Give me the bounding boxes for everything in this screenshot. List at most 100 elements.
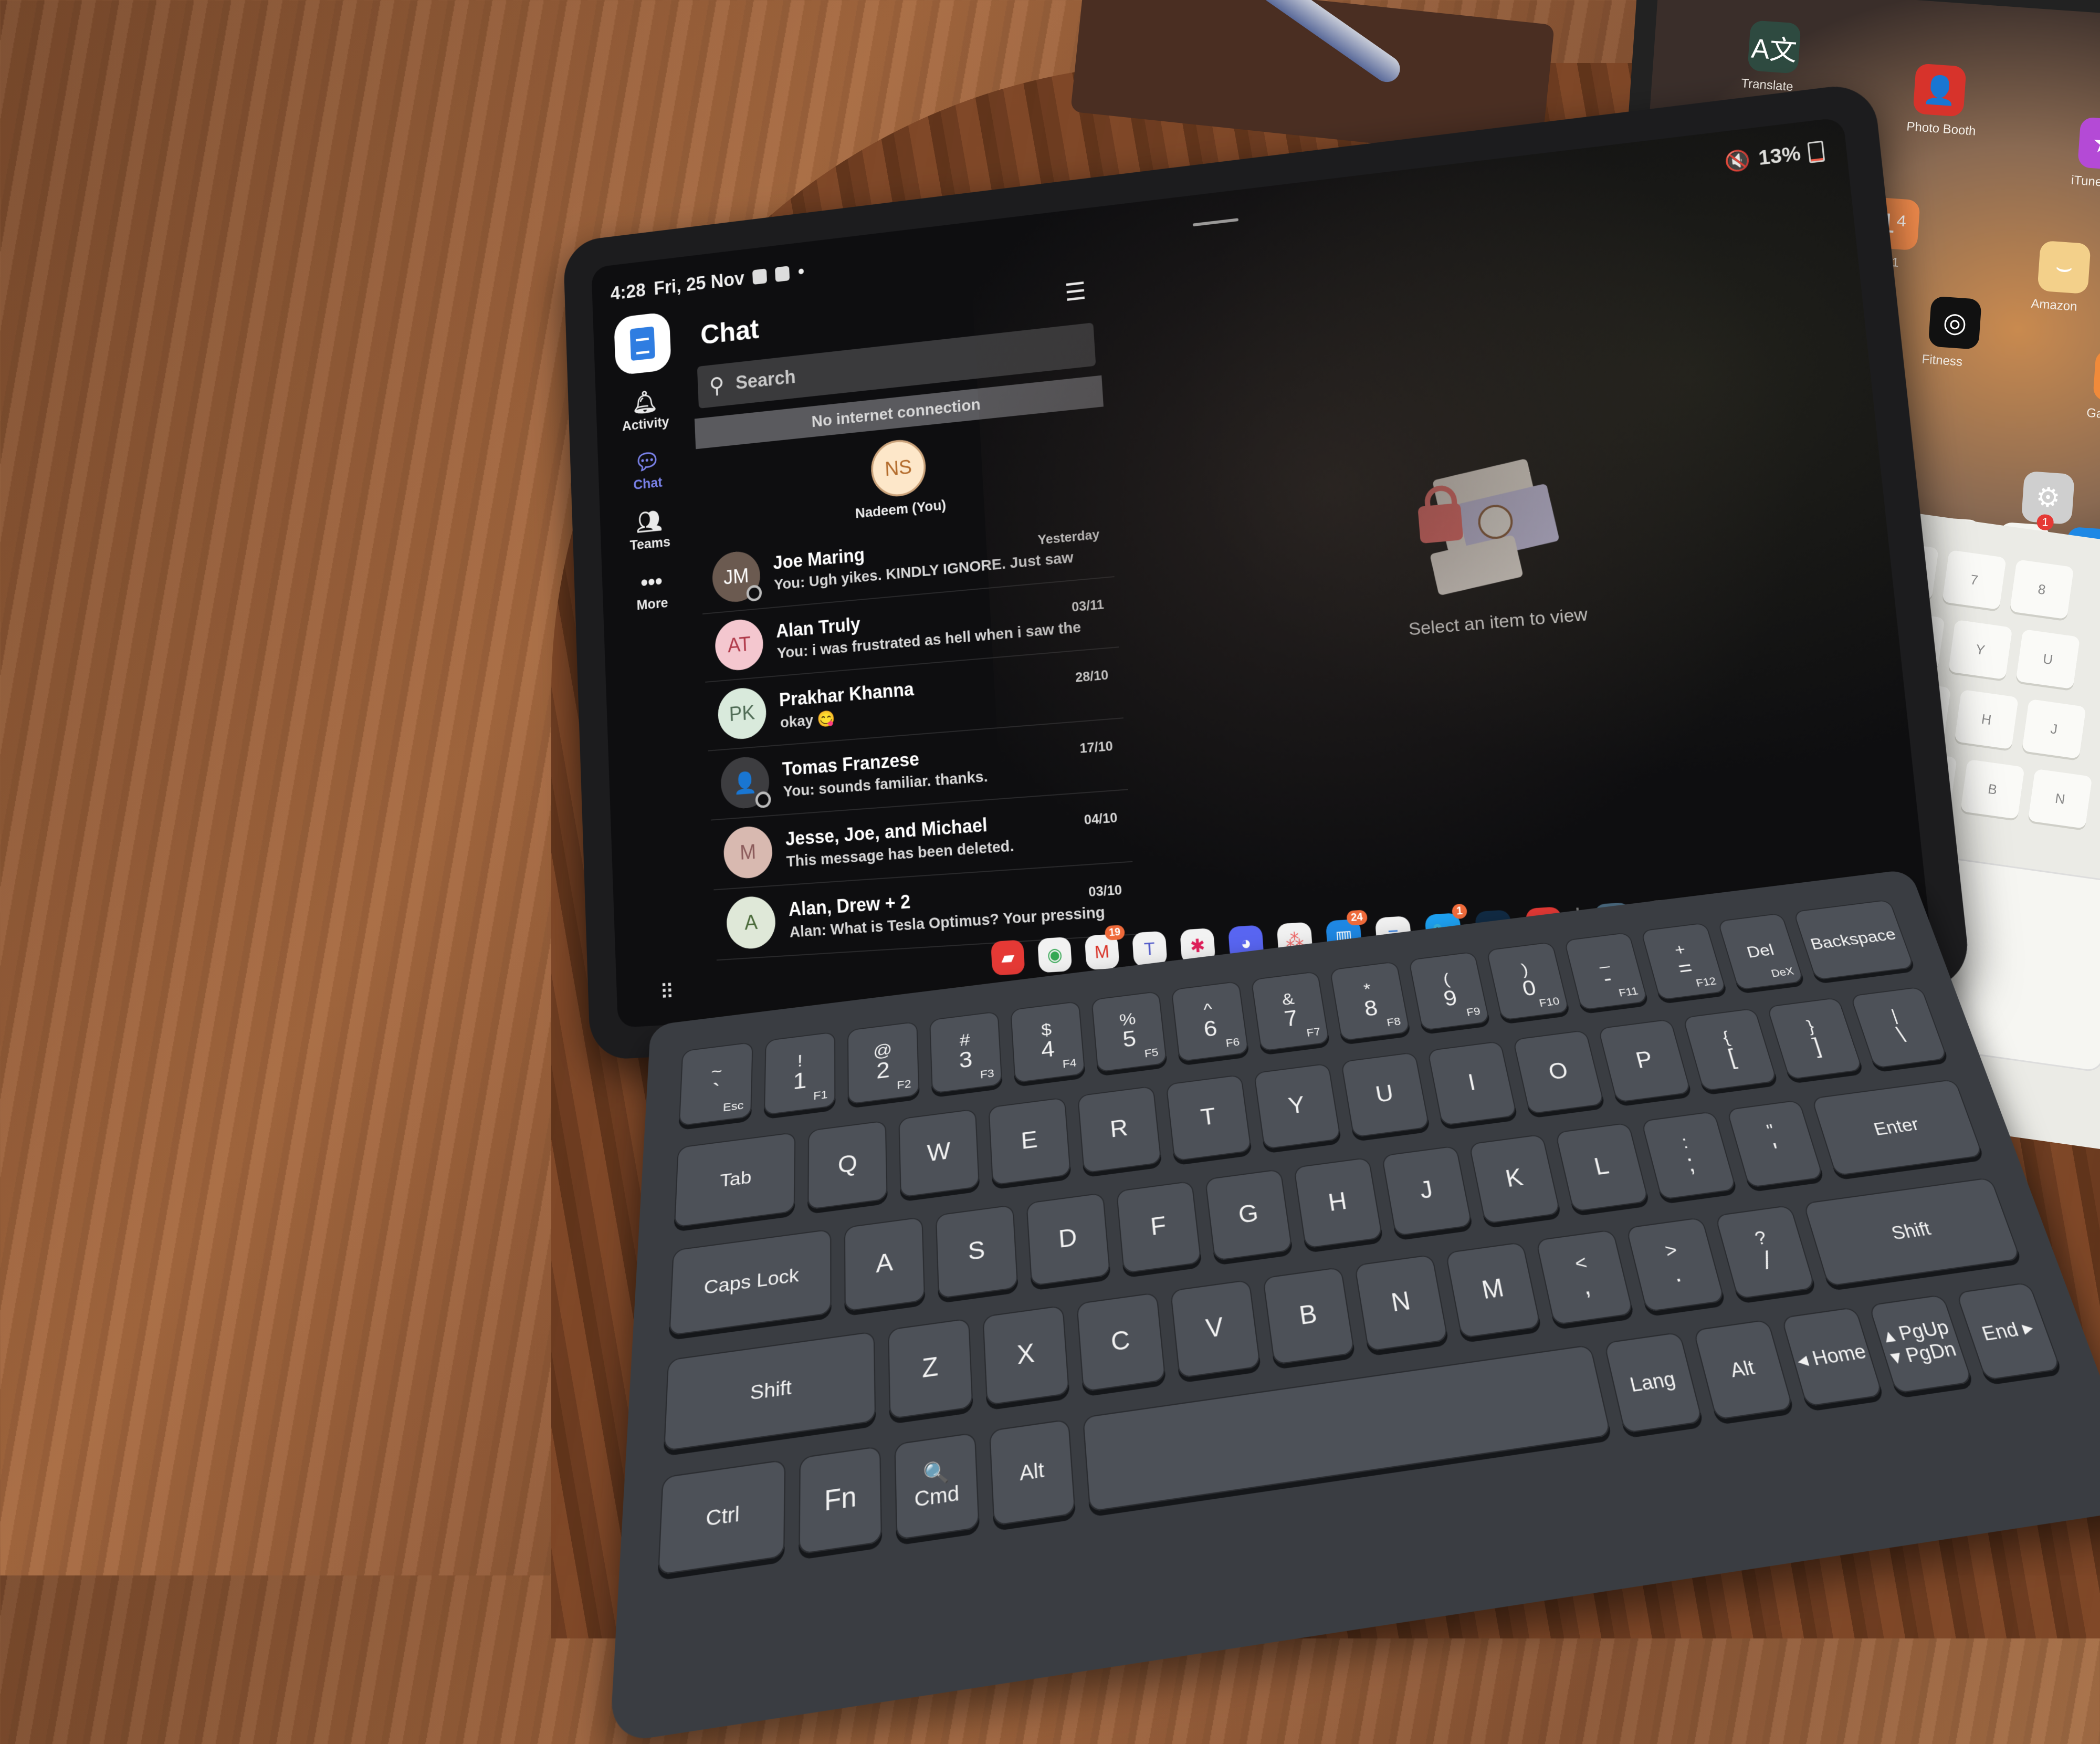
rail-item-more[interactable]: ••• More — [635, 569, 668, 613]
key-k[interactable]: K — [1468, 1134, 1561, 1225]
magic-key[interactable]: 7 — [1942, 549, 2007, 610]
key-shift-legend: < — [1572, 1251, 1589, 1275]
key-[interactable]: >. — [1625, 1217, 1725, 1313]
key-enter[interactable]: Enter — [1811, 1079, 1983, 1176]
key-legend: ◂ Home — [1794, 1340, 1869, 1373]
key-legend: L — [1591, 1152, 1612, 1181]
key-u[interactable]: U — [1340, 1051, 1430, 1138]
key-cmd[interactable]: 🔍 Cmd — [894, 1432, 980, 1541]
key-f[interactable]: F — [1116, 1181, 1202, 1274]
nav-rail: 🔔︎ Activity 💬︎ Chat 👥︎ Teams ••• More ⠿ — [602, 310, 708, 1007]
chat-pane: Chat ☰ ⚲ No internet connection NS Nadee… — [690, 262, 1140, 1001]
key-c[interactable]: C — [1076, 1292, 1166, 1392]
key-h[interactable]: H — [1293, 1157, 1383, 1249]
rail-item-chat[interactable]: 💬︎ Chat — [632, 448, 663, 493]
key-[interactable]: <, — [1536, 1229, 1634, 1325]
key-g[interactable]: G — [1205, 1168, 1293, 1261]
key-[interactable]: | \ — [1850, 986, 1948, 1069]
app-icon: 👤 — [1922, 74, 1958, 107]
chat-name: Alan, Drew + 2 — [788, 891, 911, 921]
magic-key[interactable]: J — [2021, 698, 2086, 759]
key-2[interactable]: @2 F2 — [847, 1021, 920, 1105]
key-p[interactable]: P — [1598, 1018, 1692, 1103]
ipad-app-translate[interactable]: A文 — [1747, 20, 1801, 74]
dock-app-flipboard[interactable]: ▰ — [990, 939, 1025, 976]
key-alt[interactable]: Alt — [1692, 1319, 1794, 1421]
key-[interactable]: " ' — [1726, 1100, 1824, 1188]
key-n[interactable]: N — [1354, 1254, 1449, 1352]
key-i[interactable]: I — [1426, 1040, 1518, 1126]
key-b[interactable]: B — [1262, 1267, 1356, 1365]
key-6[interactable]: ^ 6 F6 — [1171, 980, 1249, 1062]
key-r[interactable]: R — [1077, 1085, 1162, 1174]
key-5[interactable]: % 5 F5 — [1090, 990, 1168, 1073]
magic-key[interactable]: N — [2028, 768, 2093, 829]
key-tab[interactable]: Tab — [674, 1132, 796, 1228]
key-q[interactable]: Q — [807, 1120, 888, 1210]
magic-key[interactable]: H — [1954, 689, 2019, 750]
ipad-app-itunes-store[interactable]: ★ — [2077, 117, 2100, 171]
key-shift-legend: $ — [1041, 1020, 1053, 1040]
key-backspace[interactable]: Backspace — [1793, 899, 1915, 980]
app-grid-icon[interactable]: ⠿ — [659, 980, 675, 1005]
key-e[interactable]: E — [988, 1097, 1072, 1186]
key-j[interactable]: J — [1381, 1145, 1473, 1237]
key-y[interactable]: Y — [1253, 1063, 1341, 1150]
key-[interactable]: + = F12 — [1640, 922, 1727, 1000]
key-s[interactable]: S — [935, 1204, 1018, 1299]
key-fn[interactable]: Fn — [799, 1445, 883, 1555]
docs-app-icon[interactable] — [613, 311, 671, 376]
key-3[interactable]: #3 F3 — [929, 1011, 1003, 1094]
key-7[interactable]: & 7 F7 — [1250, 970, 1330, 1052]
rail-item-teams[interactable]: 👥︎ Teams — [628, 508, 670, 553]
key-[interactable]: }] — [1766, 997, 1863, 1080]
key-[interactable]: ~ ` Esc — [678, 1041, 753, 1126]
key-ctrl[interactable]: Ctrl — [657, 1459, 786, 1575]
key-0[interactable]: ) 0 F10 — [1486, 942, 1570, 1021]
key-legend: 1 — [793, 1068, 807, 1094]
magic-key[interactable]: B — [1960, 759, 2025, 819]
key-d[interactable]: D — [1026, 1192, 1111, 1287]
dock-app-chrome[interactable]: ◉ — [1037, 936, 1073, 973]
magic-key[interactable]: U — [2015, 629, 2081, 690]
key-lang[interactable]: Lang — [1603, 1331, 1703, 1434]
app-icon: ★ — [2091, 128, 2100, 160]
key-8[interactable]: * 8 F8 — [1329, 961, 1411, 1041]
ipad-app-amazon[interactable]: ⌣ — [2037, 240, 2091, 295]
magic-key[interactable]: 8 — [2009, 559, 2074, 620]
key-alt[interactable]: Alt — [989, 1418, 1076, 1527]
key-shift[interactable]: Shift — [663, 1331, 876, 1451]
key-legend: B — [1297, 1299, 1319, 1331]
key-m[interactable]: M — [1445, 1241, 1542, 1339]
key-[interactable]: {[ — [1682, 1008, 1778, 1092]
key-l[interactable]: L — [1555, 1122, 1650, 1213]
ipad-app-photo-booth[interactable]: 👤 — [1913, 63, 1967, 117]
key-o[interactable]: O — [1513, 1029, 1605, 1114]
key-9[interactable]: (9 F9 — [1408, 951, 1490, 1031]
key-z[interactable]: Z — [887, 1318, 973, 1420]
key-a[interactable]: A — [844, 1216, 926, 1312]
ipad-app-fitness[interactable]: ◎ — [1928, 296, 1982, 350]
key-fn-legend: F2 — [897, 1077, 911, 1092]
ipad-app-garage-[interactable]: 🎸 — [2093, 349, 2100, 404]
key-fn-legend: F5 — [1143, 1046, 1159, 1060]
key-v[interactable]: V — [1170, 1279, 1261, 1379]
key-t[interactable]: T — [1166, 1074, 1252, 1162]
key-[interactable]: _ - F11 — [1563, 932, 1648, 1011]
key-home[interactable]: ◂ Home — [1780, 1307, 1884, 1407]
key-[interactable]: :; — [1641, 1111, 1737, 1200]
key-x[interactable]: X — [982, 1305, 1070, 1406]
key-[interactable]: ? / — [1714, 1205, 1816, 1300]
dock-app-gmail[interactable]: M 19 — [1084, 925, 1125, 970]
key-pgdn[interactable]: ▴ PgUp ▾ PgDn — [1868, 1294, 1973, 1394]
filter-icon[interactable]: ☰ — [1064, 277, 1087, 307]
key-4[interactable]: $4 F4 — [1010, 1000, 1086, 1083]
key-end[interactable]: End ▸ — [1955, 1282, 2062, 1381]
magic-key[interactable]: Y — [1948, 619, 2013, 680]
rail-item-activity[interactable]: 🔔︎ Activity — [621, 389, 669, 434]
key-caps-lock[interactable]: Caps Lock — [668, 1228, 832, 1336]
key-w[interactable]: W — [898, 1109, 980, 1198]
key-shift[interactable]: Shift — [1803, 1177, 2021, 1287]
key-1[interactable]: ! 1 F1 — [763, 1031, 836, 1116]
key-del[interactable]: Del DeX — [1717, 913, 1805, 990]
